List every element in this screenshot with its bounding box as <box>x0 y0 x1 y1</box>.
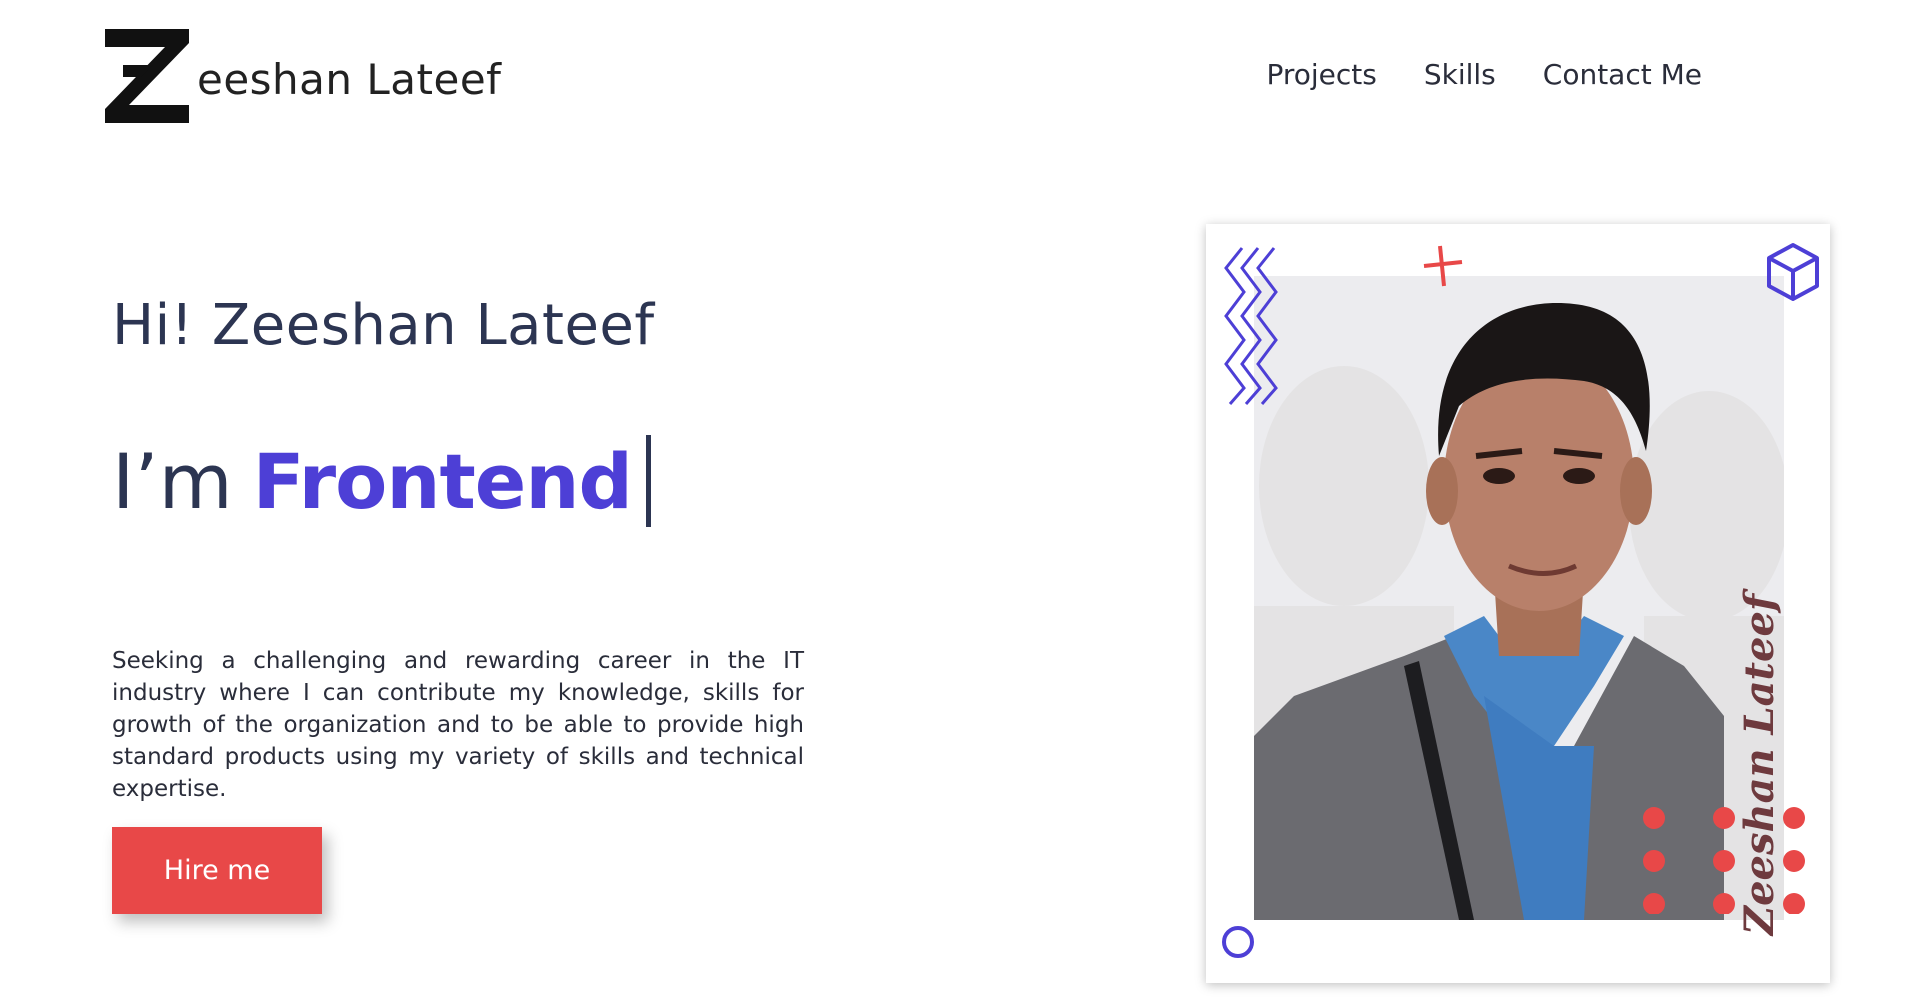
profile-card: Zeeshan Lateef <box>1206 224 1830 983</box>
role-prefix: I’m <box>112 436 233 526</box>
nav-skills[interactable]: Skills <box>1424 58 1496 91</box>
logo-z-icon <box>105 29 189 123</box>
role-heading: I’m Frontend <box>112 435 651 527</box>
logo[interactable]: eeshan Lateef <box>103 27 501 125</box>
plus-icon <box>1423 245 1463 287</box>
dots-icon <box>1643 807 1805 914</box>
nav-contact-me[interactable]: Contact Me <box>1543 58 1702 91</box>
typing-caret <box>645 435 651 527</box>
hire-me-button[interactable]: Hire me <box>112 827 322 914</box>
greeting-heading: Hi! Zeeshan Lateef <box>112 293 655 358</box>
nav-projects[interactable]: Projects <box>1266 58 1376 91</box>
main-nav: Projects Skills Contact Me <box>1266 58 1702 91</box>
zigzag-icon <box>1224 247 1278 405</box>
circle-icon <box>1222 926 1254 958</box>
bio-text: Seeking a challenging and rewarding care… <box>112 648 804 802</box>
logo-text: eeshan Lateef <box>197 54 502 104</box>
cube-icon <box>1767 243 1819 301</box>
role-highlight: Frontend <box>252 436 633 526</box>
